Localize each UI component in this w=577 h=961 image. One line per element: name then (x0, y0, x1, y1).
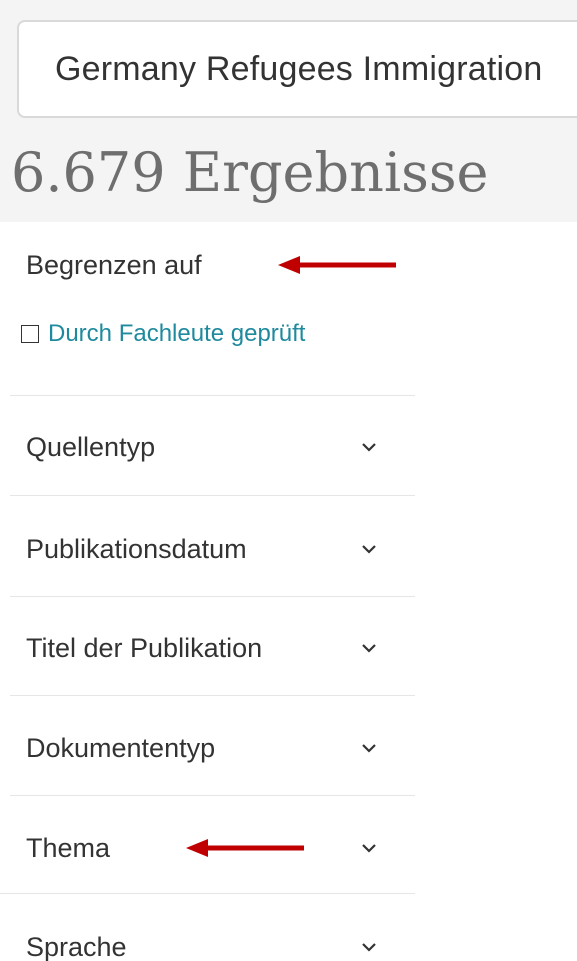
search-results-page: Germany Refugees Immigration 6.679 Ergeb… (0, 0, 577, 961)
facet-document-type[interactable]: Dokumententyp (10, 695, 415, 795)
facet-label: Sprache (26, 932, 127, 961)
red-arrow-annotation-icon (186, 838, 306, 858)
search-query-text: Germany Refugees Immigration (55, 49, 543, 88)
chevron-down-icon[interactable] (362, 841, 376, 855)
chevron-down-icon[interactable] (362, 440, 376, 454)
facet-source-type[interactable]: Quellentyp (10, 395, 415, 495)
facet-label: Publikationsdatum (26, 534, 247, 564)
facet-label: Titel der Publikation (26, 633, 263, 663)
facet-label: Dokumententyp (26, 733, 216, 763)
chevron-down-icon[interactable] (362, 542, 376, 556)
facet-language[interactable]: Sprache (0, 893, 415, 961)
facet-subject[interactable]: Thema (10, 795, 415, 895)
limit-to-heading: Begrenzen auf (26, 250, 202, 280)
results-count: 6.679 Ergebnisse (11, 141, 489, 204)
peer-review-link[interactable]: Durch Fachleute geprüft (48, 322, 305, 346)
peer-review-filter[interactable]: Durch Fachleute geprüft (21, 321, 305, 347)
filter-sidebar: Begrenzen auf Durch Fachleute geprüft Qu… (0, 222, 415, 961)
facet-publication-date[interactable]: Publikationsdatum (10, 495, 415, 595)
facet-label: Thema (26, 833, 111, 863)
results-header: Germany Refugees Immigration 6.679 Ergeb… (0, 0, 577, 222)
search-input[interactable]: Germany Refugees Immigration (17, 20, 577, 118)
chevron-down-icon[interactable] (362, 940, 376, 954)
chevron-down-icon[interactable] (362, 741, 376, 755)
red-arrow-annotation-icon (278, 255, 398, 275)
peer-review-checkbox[interactable] (21, 325, 39, 343)
chevron-down-icon[interactable] (362, 641, 376, 655)
facet-label: Quellentyp (26, 432, 156, 462)
facet-publication-title[interactable]: Titel der Publikation (10, 596, 415, 696)
